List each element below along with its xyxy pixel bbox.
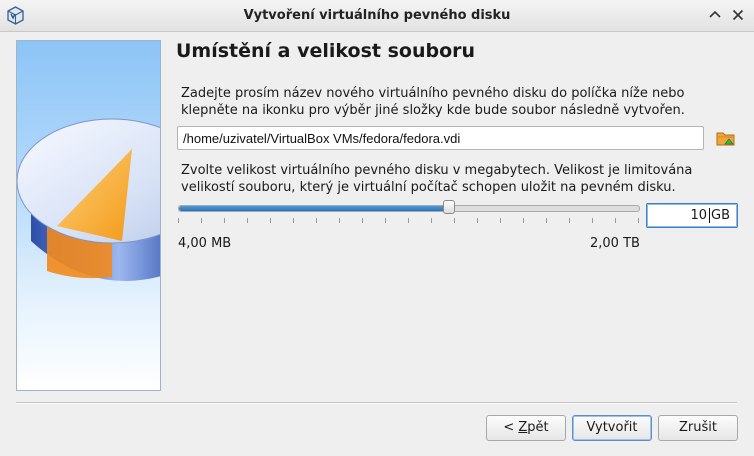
page-heading: Umístění a velikost souboru (176, 40, 476, 62)
size-unit: GB (711, 208, 730, 223)
slider-tick (569, 218, 570, 223)
slider-ticks (178, 218, 640, 224)
slider-tick (270, 218, 271, 223)
slider-tick (523, 218, 524, 223)
slider-tick (592, 218, 593, 223)
file-path-input[interactable] (177, 126, 704, 150)
slider-tick (293, 218, 294, 223)
slider-tick (316, 218, 317, 223)
button-separator (16, 402, 737, 404)
size-value[interactable]: 10 (690, 204, 707, 227)
back-button-mnemonic: Z (518, 420, 528, 435)
slider-tick (477, 218, 478, 223)
chevron-up-icon[interactable] (706, 6, 724, 24)
close-icon[interactable] (729, 6, 747, 24)
disk-pie-illustration (16, 40, 161, 391)
range-min-label: 4,00 MB (178, 236, 232, 251)
slider-tick (362, 218, 363, 223)
title-bar: Vytvoření virtuálního pevného disku (0, 0, 754, 32)
slider-tick (615, 218, 616, 223)
size-description: Zvolte velikost virtuálního pevného disk… (181, 163, 693, 195)
slider-tick (638, 218, 639, 223)
window-title: Vytvoření virtuálního pevného disku (243, 8, 511, 23)
text-caret (709, 208, 710, 223)
back-button-label: pět (527, 420, 549, 435)
slider-tick (201, 218, 202, 223)
range-max-label: 2,00 TB (590, 236, 640, 251)
size-slider[interactable] (178, 199, 640, 229)
slider-tick (339, 218, 340, 223)
slider-tick (178, 218, 179, 223)
slider-fill (179, 206, 450, 211)
cancel-button[interactable]: Zrušit (658, 415, 738, 441)
slider-groove[interactable] (178, 205, 640, 212)
slider-tick (247, 218, 248, 223)
slider-tick (546, 218, 547, 223)
back-button[interactable]: < Zpět (486, 415, 566, 441)
location-description: Zadejte prosím název nového virtuálního … (181, 86, 685, 118)
slider-tick (454, 218, 455, 223)
slider-tick (385, 218, 386, 223)
slider-tick (500, 218, 501, 223)
back-button-prefix: < (503, 420, 519, 435)
slider-handle[interactable] (443, 200, 455, 214)
folder-browse-icon[interactable] (715, 128, 737, 148)
slider-tick (431, 218, 432, 223)
slider-tick (224, 218, 225, 223)
size-field[interactable]: 10 GB (646, 203, 738, 228)
create-button[interactable]: Vytvořit (572, 415, 652, 441)
slider-tick (408, 218, 409, 223)
